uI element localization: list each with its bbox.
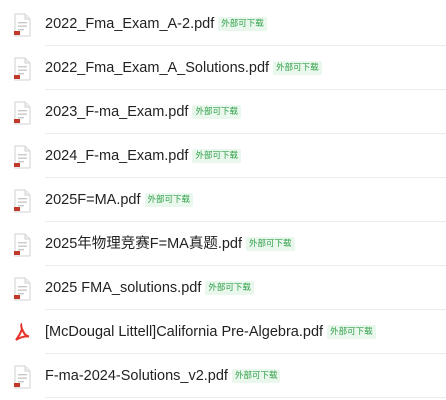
external-download-badge: 外部可下载 (144, 193, 194, 207)
file-row[interactable]: 2025年物理竞赛F=MA真题.pdf 外部可下载 (0, 222, 446, 266)
file-name: 2025年物理竞赛F=MA真题.pdf 外部可下载 (45, 235, 295, 253)
document-icon (11, 233, 33, 257)
file-row[interactable]: 2025F=MA.pdf 外部可下载 (0, 178, 446, 222)
file-row[interactable]: 2024_F-ma_Exam.pdf 外部可下载 (0, 134, 446, 178)
external-download-badge: 外部可下载 (246, 237, 295, 251)
document-icon (11, 13, 33, 37)
document-icon (11, 277, 33, 301)
file-name: 2022_Fma_Exam_A-2.pdf 外部可下载 (45, 15, 267, 33)
document-icon (11, 145, 33, 169)
document-icon (11, 57, 33, 81)
file-row[interactable]: 2025 FMA_solutions.pdf 外部可下载 (0, 266, 446, 310)
file-row[interactable]: F-ma-2024-Solutions_v2.pdf 外部可下载 (0, 354, 446, 398)
document-icon (11, 101, 33, 125)
file-row[interactable]: [McDougal Littell]California Pre-Algebra… (0, 310, 446, 354)
file-name: F-ma-2024-Solutions_v2.pdf 外部可下载 (45, 367, 281, 385)
file-name: 2025 FMA_solutions.pdf 外部可下载 (45, 279, 254, 297)
document-icon (11, 365, 33, 389)
file-row[interactable]: 2023_F-ma_Exam.pdf 外部可下载 (0, 90, 446, 134)
external-download-badge: 外部可下载 (231, 369, 281, 383)
file-name: 2024_F-ma_Exam.pdf 外部可下载 (45, 147, 241, 165)
external-download-badge: 外部可下载 (327, 325, 376, 339)
external-download-badge: 外部可下载 (192, 149, 241, 163)
external-download-badge: 外部可下载 (205, 281, 254, 295)
file-name: 2023_F-ma_Exam.pdf 外部可下载 (45, 103, 241, 121)
file-name: 2022_Fma_Exam_A_Solutions.pdf 外部可下载 (45, 59, 322, 77)
document-icon (11, 189, 33, 213)
file-row[interactable]: 2022_Fma_Exam_A-2.pdf 外部可下载 (0, 2, 446, 46)
file-name: 2025F=MA.pdf 外部可下载 (45, 191, 194, 209)
external-download-badge: 外部可下载 (192, 105, 241, 119)
file-row[interactable]: 2022_Fma_Exam_A_Solutions.pdf 外部可下载 (0, 46, 446, 90)
external-download-badge: 外部可下载 (273, 61, 322, 75)
pdf-icon (11, 321, 33, 345)
file-list: 2022_Fma_Exam_A-2.pdf 外部可下载 2022_Fma_Exam… (0, 0, 446, 400)
row-divider (45, 397, 446, 398)
external-download-badge: 外部可下载 (218, 17, 267, 31)
file-name: [McDougal Littell]California Pre-Algebra… (45, 323, 376, 341)
